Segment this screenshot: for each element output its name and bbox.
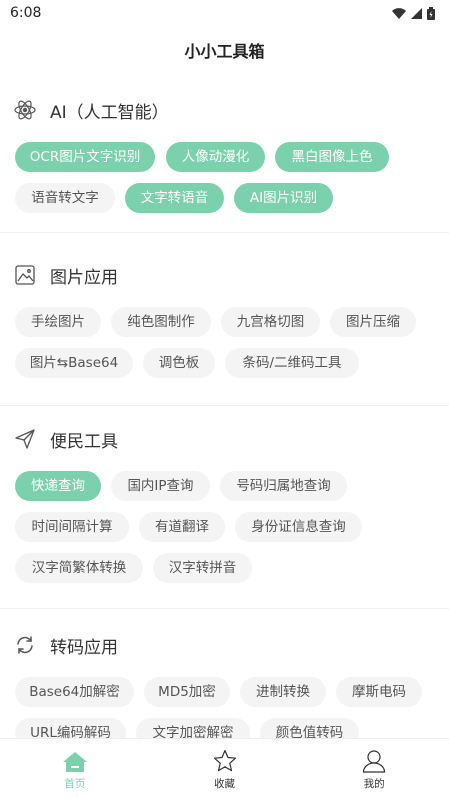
status-time: 6:08 bbox=[10, 5, 42, 21]
signal-icon bbox=[411, 7, 422, 19]
tool-list[interactable]: AI（人工智能） OCR图片文字识别 人像动漫化 黑白图像上色 语音转文字 文字… bbox=[0, 82, 449, 738]
bottom-nav: 首页 收藏 我的 bbox=[0, 738, 449, 798]
chip-barcode-qr[interactable]: 条码/二维码工具 bbox=[225, 348, 359, 378]
chip-palette[interactable]: 调色板 bbox=[143, 348, 215, 378]
chip-speech-to-text[interactable]: 语音转文字 bbox=[15, 183, 115, 213]
chip-color-convert[interactable]: 颜色值转码 bbox=[260, 718, 359, 738]
section-title: 转码应用 bbox=[50, 637, 118, 658]
chip-text-to-speech[interactable]: 文字转语音 bbox=[125, 183, 224, 213]
divider bbox=[0, 608, 449, 609]
nav-label: 收藏 bbox=[214, 778, 235, 790]
divider bbox=[0, 232, 449, 233]
chip-solid-color[interactable]: 纯色图制作 bbox=[111, 307, 211, 337]
status-bar: 6:08 bbox=[0, 0, 449, 26]
image-icon bbox=[14, 264, 36, 286]
chip-time-interval[interactable]: 时间间隔计算 bbox=[15, 512, 129, 542]
star-icon bbox=[213, 747, 237, 773]
chip-express-query[interactable]: 快递查询 bbox=[15, 471, 101, 501]
chip-radix[interactable]: 进制转换 bbox=[240, 677, 326, 707]
section-header: 转码应用 bbox=[0, 631, 449, 659]
section-title: AI（人工智能） bbox=[50, 102, 169, 123]
section-ai: AI（人工智能） bbox=[0, 96, 449, 124]
chip-compress[interactable]: 图片压缩 bbox=[330, 307, 416, 337]
section-title: 便民工具 bbox=[50, 431, 118, 452]
page-title: 小小工具箱 bbox=[184, 42, 265, 61]
chip-phone-location[interactable]: 号码归属地查询 bbox=[220, 471, 347, 501]
section-title: 图片应用 bbox=[50, 267, 118, 288]
user-icon bbox=[362, 747, 386, 773]
divider bbox=[0, 405, 449, 406]
chip-text-encrypt[interactable]: 文字加密解密 bbox=[136, 718, 250, 738]
chip-md5[interactable]: MD5加密 bbox=[144, 677, 230, 707]
chip-ai-image-recognition[interactable]: AI图片识别 bbox=[234, 183, 333, 213]
status-icons bbox=[392, 6, 435, 20]
chip-colorize[interactable]: 黑白图像上色 bbox=[275, 142, 389, 172]
battery-icon bbox=[427, 6, 435, 20]
chip-ip-query[interactable]: 国内IP查询 bbox=[111, 471, 210, 501]
chip-base64[interactable]: Base64加解密 bbox=[15, 677, 134, 707]
home-icon bbox=[62, 747, 88, 773]
section-encoding: 转码应用 bbox=[0, 631, 449, 659]
chip-id-card-query[interactable]: 身份证信息查询 bbox=[235, 512, 362, 542]
section-header: 图片应用 bbox=[0, 261, 449, 289]
chip-hand-drawn[interactable]: 手绘图片 bbox=[15, 307, 101, 337]
section-header: AI（人工智能） bbox=[0, 96, 449, 124]
wifi-icon bbox=[392, 7, 406, 19]
chip-portrait-anime[interactable]: 人像动漫化 bbox=[166, 142, 265, 172]
refresh-icon bbox=[14, 634, 36, 656]
chip-morse[interactable]: 摩斯电码 bbox=[336, 677, 422, 707]
chip-image-base64[interactable]: 图片⇆Base64 bbox=[15, 348, 133, 378]
nav-label: 我的 bbox=[363, 778, 385, 790]
chip-ocr[interactable]: OCR图片文字识别 bbox=[15, 142, 155, 172]
atom-icon bbox=[14, 99, 36, 121]
nav-label: 首页 bbox=[64, 778, 86, 790]
chip-youdao-translate[interactable]: 有道翻译 bbox=[139, 512, 225, 542]
chip-url-encode[interactable]: URL编码解码 bbox=[15, 718, 126, 738]
nav-favorites[interactable]: 收藏 bbox=[150, 739, 300, 798]
paper-plane-icon bbox=[14, 428, 36, 450]
chip-nine-grid[interactable]: 九宫格切图 bbox=[221, 307, 320, 337]
chip-simp-trad[interactable]: 汉字简繁体转换 bbox=[15, 553, 143, 583]
section-image: 图片应用 bbox=[0, 261, 449, 289]
section-convenience: 便民工具 bbox=[0, 425, 449, 453]
chip-pinyin[interactable]: 汉字转拼音 bbox=[153, 553, 252, 583]
nav-profile[interactable]: 我的 bbox=[299, 739, 449, 798]
nav-home[interactable]: 首页 bbox=[0, 739, 150, 798]
section-header: 便民工具 bbox=[0, 425, 449, 453]
